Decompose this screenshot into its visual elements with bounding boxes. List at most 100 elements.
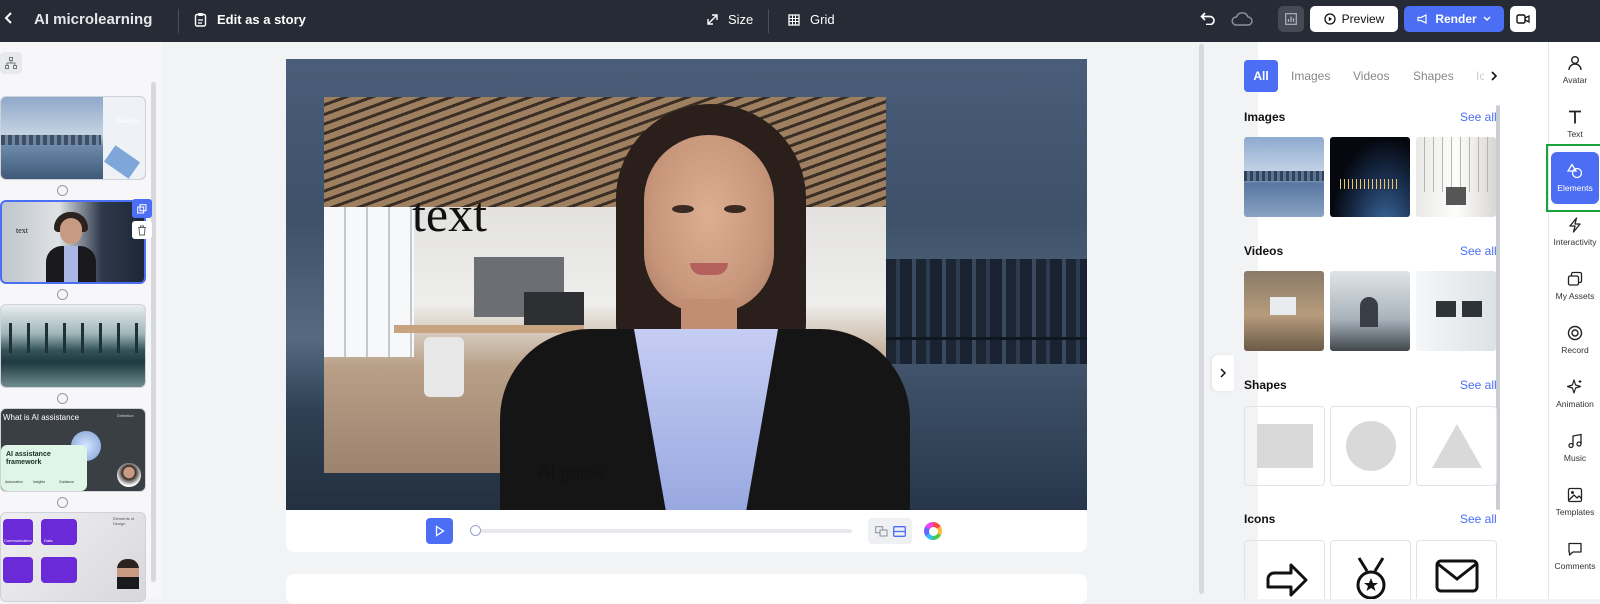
record-camera-button[interactable]: [1510, 6, 1536, 32]
color-picker-button[interactable]: [920, 518, 946, 544]
icon-tile-mail[interactable]: [1416, 540, 1497, 599]
megaphone-icon: [1417, 14, 1427, 24]
slide4-item: Guidance: [59, 480, 74, 484]
image-tile-hall[interactable]: [1416, 137, 1496, 217]
nav-elements[interactable]: Elements: [1551, 152, 1599, 204]
size-button[interactable]: Size: [706, 12, 753, 27]
image-tile-earth[interactable]: [1330, 137, 1410, 217]
nav-avatar[interactable]: Avatar: [1549, 44, 1600, 96]
avatar-mouth: [690, 263, 728, 275]
nav-interactivity[interactable]: Interactivity: [1549, 206, 1600, 258]
transition-icon[interactable]: [57, 185, 68, 196]
timeline-handle[interactable]: [470, 525, 481, 536]
edit-as-story-button[interactable]: Edit as a story: [194, 12, 306, 27]
transition-icon[interactable]: [57, 393, 68, 404]
layout-split-icon: [874, 525, 887, 536]
text-icon: [1569, 110, 1581, 124]
people: [1446, 187, 1466, 205]
slide5-label: Communication: [4, 538, 32, 543]
cloud-sync-button[interactable]: [1231, 11, 1253, 27]
nav-music[interactable]: Music: [1549, 422, 1600, 474]
slide-thumbnail-4[interactable]: What is AI assistance Definition AI assi…: [0, 408, 146, 492]
hierarchy-button[interactable]: [0, 52, 22, 74]
transition-icon[interactable]: [57, 289, 68, 300]
icon-tile-arrow[interactable]: [1244, 540, 1325, 599]
city-skyline: [886, 259, 1087, 364]
nav-comments[interactable]: Comments: [1549, 530, 1600, 582]
animation-icon: [1567, 379, 1582, 394]
timeline-track[interactable]: [474, 529, 852, 533]
tabs-next-button[interactable]: [1484, 60, 1504, 92]
see-all-icons[interactable]: See all: [1460, 512, 1497, 526]
tab-shapes[interactable]: Shapes: [1413, 69, 1454, 83]
undo-button[interactable]: [1200, 11, 1216, 25]
city-lights: [1340, 179, 1400, 189]
nav-record[interactable]: Record: [1549, 314, 1600, 366]
preview-button[interactable]: Preview: [1310, 6, 1398, 32]
elements-icon: [1567, 163, 1583, 179]
panopto-logo: Panopto: [116, 119, 139, 125]
canvas-text-element[interactable]: text: [412, 185, 487, 243]
nav-my-assets[interactable]: My Assets: [1549, 260, 1600, 312]
chevron-right-icon: [1220, 368, 1226, 378]
image-tile-city[interactable]: [1244, 137, 1324, 217]
icon-tile-medal[interactable]: [1330, 540, 1411, 599]
see-all-videos[interactable]: See all: [1460, 244, 1497, 258]
avatar-icon: [1568, 56, 1582, 71]
slide-thumbnail-1[interactable]: Panopto: [0, 96, 146, 180]
section-title-icons: Icons: [1244, 512, 1276, 526]
slide-thumbnail-2[interactable]: text: [0, 200, 146, 284]
templates-icon: [1567, 487, 1583, 503]
play-button[interactable]: [426, 518, 453, 544]
tab-all[interactable]: All: [1244, 60, 1278, 92]
trash-icon: [138, 225, 146, 235]
nav-label: Templates: [1555, 507, 1595, 517]
collapse-panel-button[interactable]: [1212, 355, 1234, 391]
canvas-caption[interactable]: AI guide: [538, 462, 604, 483]
duplicate-slide-button[interactable]: [132, 199, 152, 218]
nav-templates[interactable]: Templates: [1549, 476, 1600, 528]
slide5-card: Data: [41, 519, 77, 545]
layout-toggle[interactable]: [868, 518, 912, 544]
render-label: Render: [1435, 12, 1477, 26]
medal-icon: [1356, 557, 1386, 599]
back-button[interactable]: [4, 11, 14, 25]
video-canvas[interactable]: text AI guide: [286, 59, 1087, 510]
chevron-right-icon: [1491, 71, 1497, 81]
see-all-shapes[interactable]: See all: [1460, 378, 1497, 392]
shape-tile-square[interactable]: [1244, 406, 1325, 486]
shape-tile-circle[interactable]: [1330, 406, 1411, 486]
nav-text[interactable]: Text: [1549, 98, 1600, 150]
script-panel[interactable]: [286, 574, 1087, 604]
workspace-scrollbar[interactable]: [1199, 44, 1204, 594]
video-tile-desk[interactable]: [1416, 271, 1496, 351]
delete-slide-button[interactable]: [132, 221, 152, 239]
avatar-badge: [117, 463, 141, 487]
undo-icon: [1200, 12, 1215, 25]
nav-label: Animation: [1556, 399, 1594, 409]
interactivity-icon: [1569, 217, 1581, 233]
skyline-graphic: [1, 135, 101, 145]
slide-thumbnail-5[interactable]: Elements of Design Communication Data: [0, 512, 146, 602]
tab-images[interactable]: Images: [1291, 69, 1330, 83]
see-all-images[interactable]: See all: [1460, 110, 1497, 124]
slide-list-scrollbar[interactable]: [151, 82, 156, 582]
nav-label: Interactivity: [1553, 237, 1597, 247]
arrow-right-icon: [1266, 563, 1308, 597]
video-tile-meeting[interactable]: [1330, 271, 1410, 351]
transition-icon[interactable]: [57, 497, 68, 508]
tab-videos[interactable]: Videos: [1353, 69, 1389, 83]
shape-tile-triangle[interactable]: [1416, 406, 1497, 486]
cloud-icon: [1231, 11, 1253, 26]
grid-button[interactable]: Grid: [788, 12, 835, 27]
divider: [768, 9, 769, 33]
chart-icon: [1285, 13, 1297, 25]
video-tile-office[interactable]: [1244, 271, 1324, 351]
analytics-button[interactable]: [1278, 6, 1304, 32]
render-button[interactable]: Render: [1404, 6, 1504, 32]
nav-animation[interactable]: Animation: [1549, 368, 1600, 420]
slide4-card: AI assistance framework Automation Insig…: [1, 445, 87, 491]
nav-label: Text: [1567, 129, 1583, 139]
project-title[interactable]: AI microlearning: [34, 11, 152, 28]
slide-thumbnail-3[interactable]: [0, 304, 146, 388]
